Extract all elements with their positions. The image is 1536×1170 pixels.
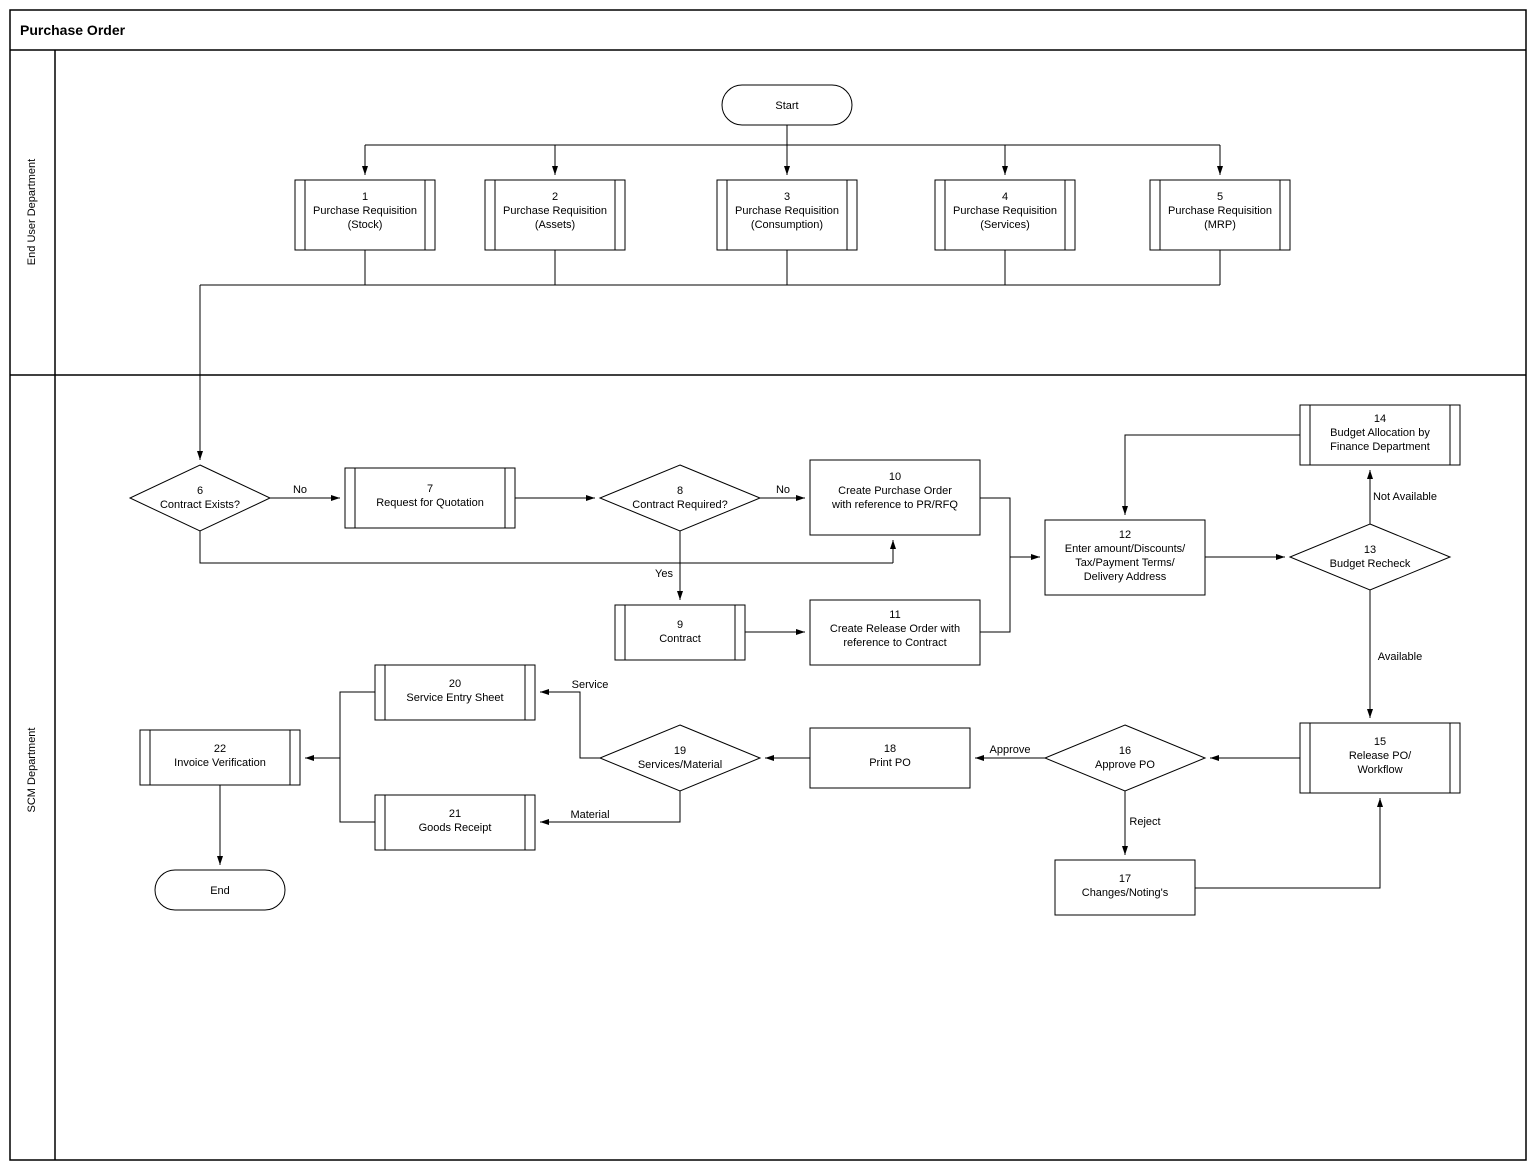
n5-l2: (MRP) [1204, 219, 1236, 231]
start-label: Start [775, 100, 798, 112]
n11-num: 11 [889, 609, 900, 621]
n4-l2: (Services) [980, 219, 1030, 231]
edge-yes: Yes [655, 568, 673, 580]
n4-num: 4 [1002, 191, 1008, 203]
n6-num: 6 [197, 485, 203, 497]
edge-no2: No [776, 484, 790, 496]
edge-material: Material [570, 809, 609, 821]
n8-num: 8 [677, 485, 683, 497]
n16-l1: Approve PO [1095, 759, 1155, 771]
n1-l2: (Stock) [348, 219, 383, 231]
n1-l1: Purchase Requisition [313, 205, 417, 217]
n12-l3: Delivery Address [1084, 571, 1167, 583]
n15-l2: Workflow [1357, 764, 1402, 776]
node-21: 21 Goods Receipt [375, 795, 535, 850]
node-15: 15 Release PO/ Workflow [1300, 723, 1460, 793]
n10-num: 10 [889, 471, 901, 483]
node-10: 10 Create Purchase Order with reference … [810, 460, 980, 535]
n19-num: 19 [674, 745, 686, 757]
lane-bottom-label: SCM Department [26, 728, 38, 813]
end-label: End [210, 885, 230, 897]
n14-l1: Budget Allocation by [1330, 427, 1430, 439]
n18-num: 18 [884, 743, 896, 755]
n21-l1: Goods Receipt [419, 822, 492, 834]
node-22: 22 Invoice Verification [140, 730, 300, 785]
edge-approve: Approve [990, 744, 1031, 756]
node-13: 13 Budget Recheck [1290, 524, 1450, 590]
n7-l1: Request for Quotation [376, 497, 484, 509]
n15-l1: Release PO/ [1349, 750, 1412, 762]
n5-l1: Purchase Requisition [1168, 205, 1272, 217]
edge-reject: Reject [1129, 816, 1160, 828]
n10-l1: Create Purchase Order [838, 485, 952, 497]
n22-num: 22 [214, 743, 226, 755]
node-5: 5 Purchase Requisition (MRP) [1150, 180, 1290, 250]
n20-num: 20 [449, 678, 461, 690]
n2-l1: Purchase Requisition [503, 205, 607, 217]
node-20: 20 Service Entry Sheet [375, 665, 535, 720]
diagram-title: Purchase Order [20, 22, 126, 38]
n14-num: 14 [1374, 413, 1386, 425]
node-16: 16 Approve PO [1045, 725, 1205, 791]
n2-num: 2 [552, 191, 558, 203]
n12-l1: Enter amount/Discounts/ [1065, 543, 1186, 555]
n18-l1: Print PO [869, 757, 911, 769]
n9-num: 9 [677, 619, 683, 631]
node-11: 11 Create Release Order with reference t… [810, 600, 980, 665]
node-9: 9 Contract [615, 605, 745, 660]
n19-l1: Services/Material [638, 759, 722, 771]
node-14: 14 Budget Allocation by Finance Departme… [1300, 405, 1460, 465]
n12-l2: Tax/Payment Terms/ [1075, 557, 1175, 569]
node-17: 17 Changes/Noting's [1055, 860, 1195, 915]
n10-l2: with reference to PR/RFQ [831, 499, 958, 511]
n17-l1: Changes/Noting's [1082, 887, 1169, 899]
node-18: 18 Print PO [810, 728, 970, 788]
n3-l2: (Consumption) [751, 219, 823, 231]
n15-num: 15 [1374, 736, 1386, 748]
edge-notavail: Not Available [1373, 491, 1437, 503]
n16-num: 16 [1119, 745, 1131, 757]
n20-l1: Service Entry Sheet [406, 692, 503, 704]
node-12: 12 Enter amount/Discounts/ Tax/Payment T… [1045, 520, 1205, 595]
node-1: 1 Purchase Requisition (Stock) [295, 180, 435, 250]
lane-top-label: End User Department [26, 159, 38, 265]
diagram-canvas: Purchase Order End User Department SCM D… [0, 0, 1536, 1170]
n6-l1: Contract Exists? [160, 499, 240, 511]
n14-l2: Finance Department [1330, 441, 1430, 453]
n3-num: 3 [784, 191, 790, 203]
edge-service: Service [572, 679, 609, 691]
n17-num: 17 [1119, 873, 1131, 885]
edge-avail: Available [1378, 651, 1422, 663]
n13-l1: Budget Recheck [1330, 558, 1411, 570]
node-6: 6 Contract Exists? [130, 465, 270, 531]
n4-l1: Purchase Requisition [953, 205, 1057, 217]
node-2: 2 Purchase Requisition (Assets) [485, 180, 625, 250]
n13-num: 13 [1364, 544, 1376, 556]
node-19: 19 Services/Material [600, 725, 760, 791]
n1-num: 1 [362, 191, 368, 203]
n7-num: 7 [427, 483, 433, 495]
node-8: 8 Contract Required? [600, 465, 760, 531]
edge-no1: No [293, 484, 307, 496]
n9-l1: Contract [659, 633, 701, 645]
n11-l2: reference to Contract [843, 637, 946, 649]
node-7: 7 Request for Quotation [345, 468, 515, 528]
node-4: 4 Purchase Requisition (Services) [935, 180, 1075, 250]
n8-l1: Contract Required? [632, 499, 727, 511]
node-3: 3 Purchase Requisition (Consumption) [717, 180, 857, 250]
n21-num: 21 [449, 808, 461, 820]
n11-l1: Create Release Order with [830, 623, 960, 635]
n5-num: 5 [1217, 191, 1223, 203]
n22-l1: Invoice Verification [174, 757, 266, 769]
n2-l2: (Assets) [535, 219, 575, 231]
n3-l1: Purchase Requisition [735, 205, 839, 217]
n12-num: 12 [1119, 529, 1131, 541]
